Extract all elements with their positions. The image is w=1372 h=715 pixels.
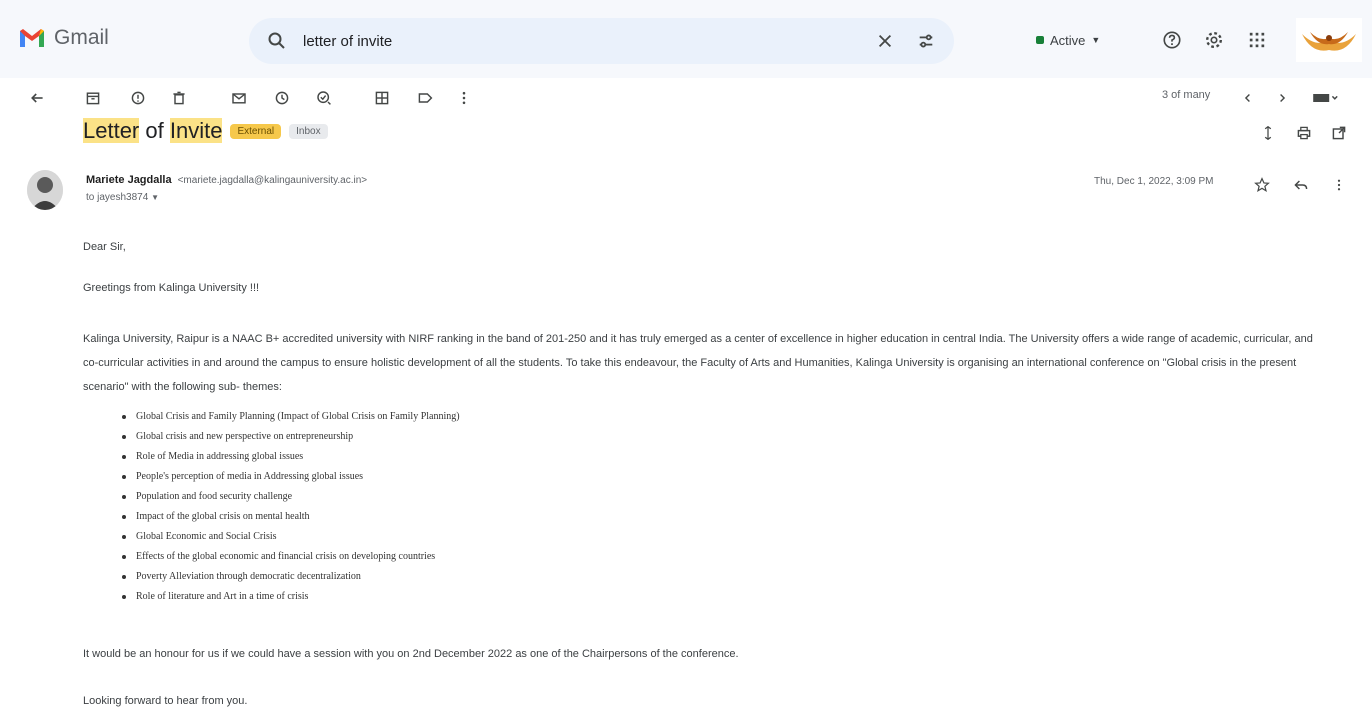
- subject-word-highlight: Invite: [169, 118, 223, 143]
- chevron-down-icon: ▼: [151, 193, 159, 202]
- status-dot: [1036, 36, 1044, 44]
- list-item: Global Economic and Social Crisis: [122, 527, 460, 547]
- status-label: Active: [1050, 32, 1086, 48]
- email-subject: Letter of Invite External Inbox: [83, 118, 328, 144]
- open-new-window-icon[interactable]: [1327, 121, 1351, 145]
- help-icon[interactable]: [1158, 26, 1186, 54]
- status-selector[interactable]: Active ▼: [1036, 26, 1100, 54]
- search-options-icon[interactable]: [912, 27, 940, 55]
- app-name: Gmail: [54, 26, 109, 49]
- list-item: Impact of the global crisis on mental he…: [122, 507, 460, 527]
- recipient-details[interactable]: to jayesh3874 ▼: [86, 192, 159, 203]
- pager-count: 3 of many: [1162, 89, 1211, 101]
- list-item: Effects of the global economic and finan…: [122, 547, 460, 567]
- label-icon[interactable]: [413, 86, 437, 110]
- search-icon[interactable]: [267, 31, 287, 51]
- newer-chevron-icon[interactable]: [1236, 86, 1260, 110]
- list-item: Population and food security challenge: [122, 487, 460, 507]
- gmail-icon: [20, 29, 44, 47]
- back-arrow-icon[interactable]: [25, 86, 49, 110]
- move-to-icon[interactable]: [370, 86, 394, 110]
- subject-title: Letter of Invite: [83, 118, 223, 144]
- inbox-label-badge[interactable]: Inbox: [289, 123, 328, 139]
- subject-word-highlight: Letter: [83, 118, 140, 143]
- sender-avatar[interactable]: [27, 170, 63, 210]
- greeting: Dear Sir,: [83, 241, 126, 253]
- archive-icon[interactable]: [81, 86, 105, 110]
- sender-email: <mariete.jagdalla@kalingauniversity.ac.i…: [177, 175, 368, 186]
- expand-all-icon[interactable]: [1256, 121, 1280, 145]
- report-spam-icon[interactable]: [126, 86, 150, 110]
- top-bar: Gmail Active ▼: [0, 0, 1372, 78]
- list-item: Poverty Alleviation through democratic d…: [122, 567, 460, 587]
- close-icon[interactable]: [871, 27, 899, 55]
- list-item: Role of literature and Art in a time of …: [122, 587, 460, 607]
- greetings-line: Greetings from Kalinga University !!!: [83, 282, 260, 294]
- star-icon[interactable]: [1250, 173, 1274, 197]
- list-item: People's perception of media in Addressi…: [122, 467, 460, 487]
- search-input[interactable]: [303, 30, 823, 52]
- subject-word: of: [139, 118, 170, 143]
- search-bar[interactable]: [249, 18, 954, 64]
- sender-name[interactable]: Mariete Jagdalla: [86, 174, 172, 186]
- sender-info: Mariete Jagdalla <mariete.jagdalla@kalin…: [86, 174, 367, 186]
- delete-icon[interactable]: [167, 86, 191, 110]
- closing-line: Looking forward to hear from you.: [83, 695, 248, 707]
- list-item: Role of Media in addressing global issue…: [122, 447, 460, 467]
- account-avatar[interactable]: [1296, 18, 1362, 62]
- print-icon[interactable]: [1292, 121, 1316, 145]
- external-badge: External: [230, 123, 282, 139]
- conference-themes-list: Global Crisis and Family Planning (Impac…: [122, 407, 460, 607]
- list-item: Global Crisis and Family Planning (Impac…: [122, 407, 460, 427]
- reply-icon[interactable]: [1289, 173, 1313, 197]
- add-task-icon[interactable]: [312, 86, 336, 110]
- snooze-icon[interactable]: [270, 86, 294, 110]
- recipient-label: to jayesh3874: [86, 192, 149, 203]
- gmail-logo[interactable]: Gmail: [18, 26, 109, 50]
- apps-grid-icon[interactable]: [1243, 26, 1271, 54]
- older-chevron-icon[interactable]: [1270, 86, 1294, 110]
- input-tools-icon[interactable]: [1308, 86, 1344, 110]
- intro-paragraph: Kalinga University, Raipur is a NAAC B+ …: [83, 333, 1313, 393]
- message-more-icon[interactable]: [1327, 173, 1351, 197]
- gear-icon[interactable]: [1200, 26, 1228, 54]
- chevron-down-icon: ▼: [1091, 35, 1101, 45]
- email-date: Thu, Dec 1, 2022, 3:09 PM: [1094, 176, 1214, 187]
- list-item: Global crisis and new perspective on ent…: [122, 427, 460, 447]
- invite-line: It would be an honour for us if we could…: [83, 648, 739, 660]
- message-toolbar: 3 of many: [0, 78, 1372, 118]
- more-options-icon[interactable]: [452, 86, 476, 110]
- mark-unread-icon[interactable]: [227, 86, 251, 110]
